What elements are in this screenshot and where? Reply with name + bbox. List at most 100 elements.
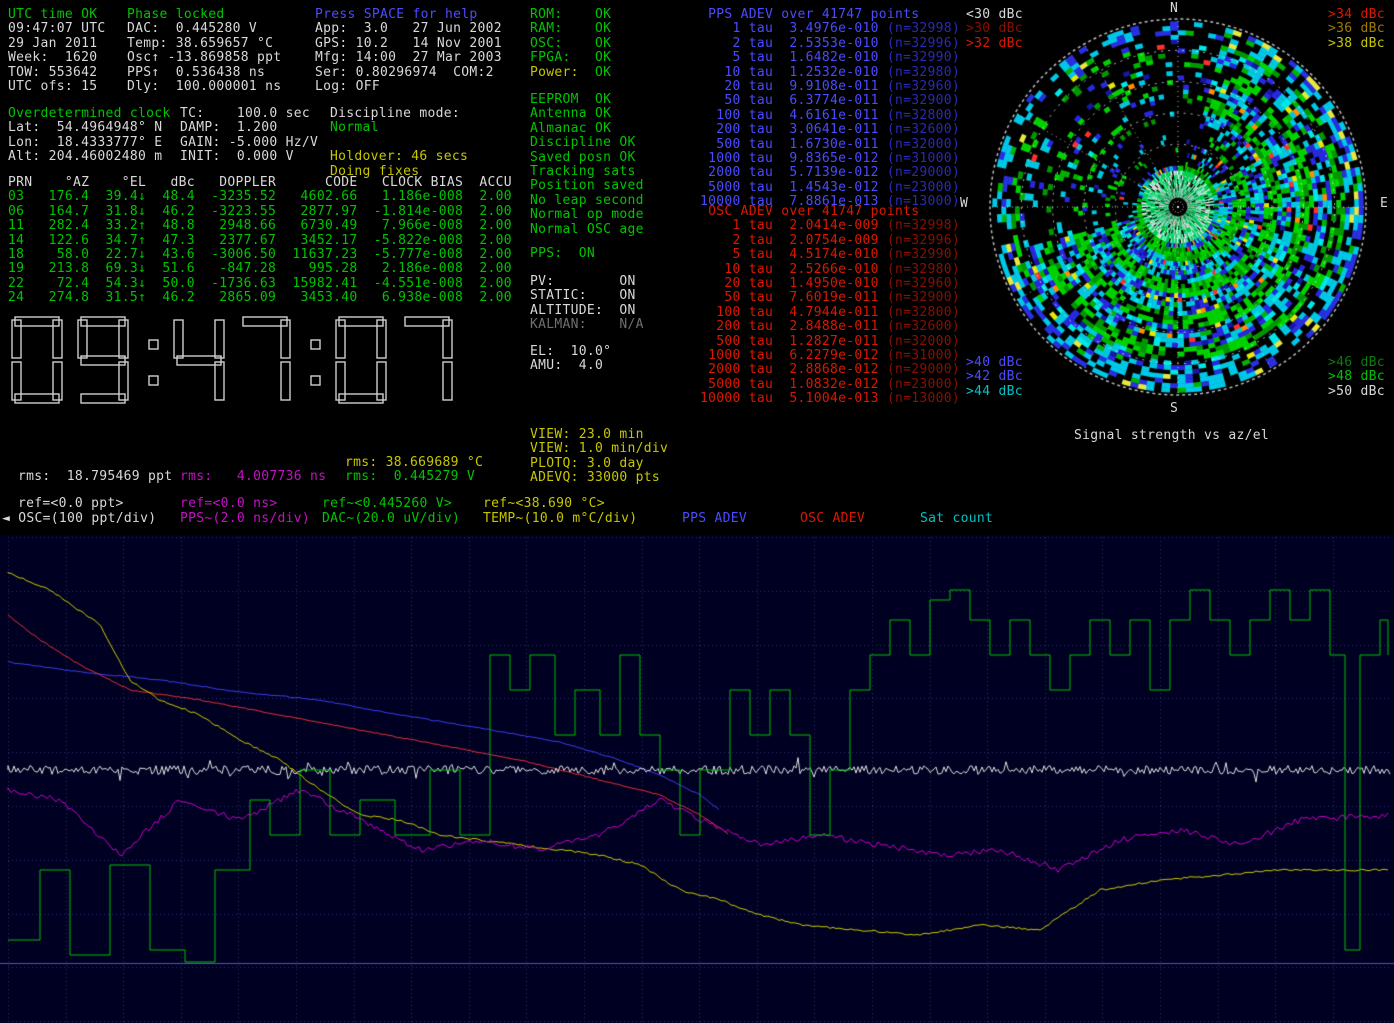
receiver-selftest-text: RAM: OK (530, 21, 611, 36)
oscillator-status-text: Temp: 38.659657 °C (127, 36, 273, 51)
satellite-table-text: 03 176.4 39.4↓ 48.4 -3235.52 4602.66 1.1… (8, 189, 512, 204)
ref-pps: ref=<0.0 ns> (180, 497, 278, 511)
osc-adev-table-text: (n=13000) (887, 391, 960, 406)
scale-osc-text: ◄ OSC=(100 ppt/div) (2, 511, 156, 526)
utc-status-text: 09:47:07 UTC (8, 21, 106, 36)
view-settings-text: VIEW: 23.0 min (530, 427, 644, 442)
rms-pps-text: rms: 4.007736 ns (180, 469, 326, 484)
osc-adev-table: OSC ADEV over 41747 points 1 tau 2.0414e… (700, 205, 960, 406)
pps-adev-table-text: (n=31000) (887, 151, 960, 166)
position-info: Overdetermined clockLat: 54.4964948° NLo… (8, 107, 171, 165)
satellite-table: PRN °AZ °EL dBc DOPPLER CODE CLOCK BIAS … (8, 176, 512, 306)
satellite-table-text: 11 282.4 33.2↑ 48.8 2948.66 6730.49 7.96… (8, 218, 512, 233)
pps-adev-table-text: (n=32996) (887, 36, 960, 51)
discipline-info-text: Normal (330, 120, 379, 135)
position-info-text: Lon: 18.4333777° E (8, 135, 162, 150)
oscillator-status-text: Dly: 100.000001 ns (127, 79, 281, 94)
scale-temp-text: TEMP~(10.0 m°C/div) (483, 511, 637, 526)
view-settings-text: VIEW: 1.0 min/div (530, 441, 668, 456)
ref-osc: ref=<0.0 ppt> (18, 497, 124, 511)
scale-osc: ◄ OSC=(100 ppt/div) (2, 512, 156, 526)
discipline-info-text: Doing fixes (330, 164, 419, 179)
system-status-text: Discipline OK (530, 135, 636, 150)
rms-osc-text: rms: 18.795469 ppt (18, 469, 172, 484)
pps-adev-table-text: 5 tau 1.6482e-010 (700, 50, 887, 65)
pps-adev-table-text: 5000 tau 1.4543e-012 (700, 180, 887, 195)
osc-adev-table-text: (n=32000) (887, 334, 960, 349)
ref-temp: ref~<38.690 °C> (483, 497, 605, 511)
pps-status: PPS: ON (530, 247, 595, 261)
system-status-text: EEPROM OK (530, 92, 611, 107)
osc-adev-table-text: 2 tau 2.0754e-009 (700, 233, 887, 248)
receiver-selftest-text: OK (595, 65, 611, 80)
system-status-text: Saved posn OK (530, 150, 636, 165)
osc-adev-table-text: 500 tau 1.2827e-011 (700, 334, 887, 349)
system-status-text: Tracking sats (530, 164, 636, 179)
utc-status-text: UTC time OK (8, 7, 97, 22)
version-info-text: App: 3.0 27 Jun 2002 (315, 21, 502, 36)
strip-chart-plot (0, 535, 1394, 1023)
osc-adev-table-text: (n=32900) (887, 290, 960, 305)
pps-adev-table-text: (n=32998) (887, 21, 960, 36)
legend-osc-adev-text: OSC ADEV (800, 511, 865, 526)
discipline-info-text: Holdover: 46 secs (330, 149, 468, 164)
rms-pps: rms: 4.007736 ns (180, 470, 326, 484)
receiver-selftest-text: ROM: OK (530, 7, 611, 22)
system-status-text: Antenna OK (530, 106, 611, 121)
satellite-table-text: PRN °AZ °EL dBc DOPPLER CODE CLOCK BIAS … (8, 175, 512, 190)
version-info-text: GPS: 10.2 14 Nov 2001 (315, 36, 502, 51)
pps-adev-table-text: 10000 tau 7.8861e-013 (700, 194, 887, 209)
polar-west-label: W (960, 196, 968, 211)
receiver-selftest: ROM: OKRAM: OKOSC: OKFPGA: OKPower: OK (530, 8, 611, 80)
pps-adev-table-text: 100 tau 4.6161e-011 (700, 108, 887, 123)
pps-adev-table-text: (n=32960) (887, 79, 960, 94)
satellite-table-text: 22 72.4 54.3↓ 50.0 -1736.63 15982.41 -4.… (8, 276, 512, 291)
position-info-text: Lat: 54.4964948° N (8, 120, 162, 135)
osc-adev-table-text: 100 tau 4.7944e-011 (700, 305, 887, 320)
osc-adev-table-text: 10 tau 2.5266e-010 (700, 262, 887, 277)
loop-params-text: DAMP: 1.200 (180, 120, 278, 135)
osc-adev-table-text: (n=29000) (887, 362, 960, 377)
legend-sat-count: Sat count (920, 512, 993, 526)
ref-dac: ref~<0.445260 V> (322, 497, 452, 511)
pps-adev-table-text: (n=23000) (887, 180, 960, 195)
legend-sat-count-text: Sat count (920, 511, 993, 526)
rms-dac-text: rms: 0.445279 V (345, 469, 475, 484)
rms-osc: rms: 18.795469 ppt (18, 470, 172, 484)
osc-adev-table-text: 5000 tau 1.0832e-012 (700, 377, 887, 392)
discipline-info-text (330, 135, 338, 150)
scale-pps-text: PPS~(2.0 ns/div) (180, 511, 310, 526)
osc-adev-table-text: 2000 tau 2.8868e-012 (700, 362, 887, 377)
mask-settings: EL: 10.0°AMU: 4.0 (530, 345, 611, 374)
system-status: EEPROM OKAntenna OKAlmanac OKDiscipline … (530, 93, 644, 237)
osc-adev-table-text: (n=32960) (887, 276, 960, 291)
discipline-info: Discipline mode:Normal Holdover: 46 secs… (330, 107, 468, 179)
osc-adev-table-text: 20 tau 1.4950e-010 (700, 276, 887, 291)
satellite-table-text: 18 58.0 22.7↓ 43.6 -3006.50 11637.23 -5.… (8, 247, 512, 262)
pps-adev-table-text: (n=32980) (887, 65, 960, 80)
oscillator-status: Phase lockedDAC: 0.445280 VTemp: 38.6596… (127, 8, 281, 94)
pps-adev-table-text: 500 tau 1.6730e-011 (700, 137, 887, 152)
system-status-text: Position saved (530, 178, 644, 193)
osc-adev-table-text: OSC ADEV over 41747 points (700, 204, 919, 219)
oscillator-status-text: DAC: 0.445280 V (127, 21, 257, 36)
pps-adev-table-text: (n=32900) (887, 93, 960, 108)
scale-dac-text: DAC~(20.0 uV/div) (322, 511, 460, 526)
legend-pps-adev: PPS ADEV (682, 512, 747, 526)
pps-adev-table-text: (n=29000) (887, 165, 960, 180)
pps-adev-table-text: (n=32800) (887, 108, 960, 123)
position-info-text: Alt: 204.46002480 m (8, 149, 162, 164)
version-info-text: Log: OFF (315, 79, 380, 94)
position-info-text: Overdetermined clock (8, 106, 171, 121)
pps-adev-table-text: (n=32600) (887, 122, 960, 137)
scale-pps: PPS~(2.0 ns/div) (180, 512, 310, 526)
ref-temp-text: ref~<38.690 °C> (483, 496, 605, 511)
pps-adev-table: PPS ADEV over 41747 points 1 tau 3.4976e… (700, 8, 960, 209)
ref-osc-text: ref=<0.0 ppt> (18, 496, 124, 511)
satellite-table-text: 19 213.8 69.3↓ 51.6 -847.28 995.28 2.186… (8, 261, 512, 276)
osc-adev-table-text: 200 tau 2.8488e-011 (700, 319, 887, 334)
version-info: Press SPACE for helpApp: 3.0 27 Jun 2002… (315, 8, 502, 94)
osc-adev-table-text: (n=32600) (887, 319, 960, 334)
ref-pps-text: ref=<0.0 ns> (180, 496, 278, 511)
osc-adev-table-text: 1 tau 2.0414e-009 (700, 218, 887, 233)
